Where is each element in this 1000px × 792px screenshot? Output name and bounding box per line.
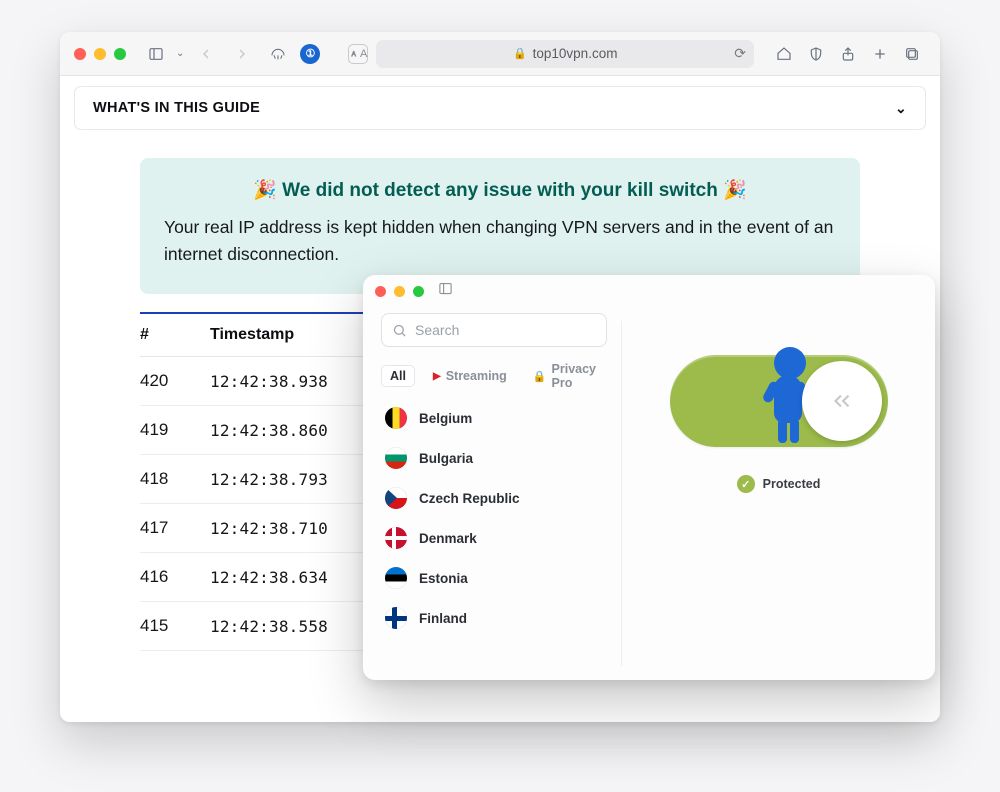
country-item-be[interactable]: Belgium — [381, 401, 607, 435]
country-item-cz[interactable]: Czech Republic — [381, 481, 607, 515]
address-bar[interactable]: 🔒 top10vpn.com ⟳ — [376, 40, 754, 68]
maximize-window-button[interactable] — [114, 48, 126, 60]
close-window-button[interactable] — [74, 48, 86, 60]
forward-button[interactable] — [228, 42, 256, 66]
share-button[interactable] — [834, 42, 862, 66]
tab-streaming[interactable]: ▶Streaming — [425, 366, 515, 386]
vpn-close-button[interactable] — [375, 286, 386, 297]
vpn-maximize-button[interactable] — [413, 286, 424, 297]
flag-icon — [385, 567, 407, 589]
flag-icon — [385, 487, 407, 509]
play-icon: ▶ — [433, 371, 441, 382]
status-row: ✓ Protected — [737, 475, 821, 493]
tab-all[interactable]: All — [381, 365, 415, 387]
country-list: Belgium Bulgaria Czech Republic Denmark Esto… — [381, 401, 607, 635]
toggle-knob — [802, 361, 882, 441]
vpn-status-panel: ✓ Protected — [622, 307, 935, 680]
vpn-server-panel: Search All ▶Streaming 🔒Privacy Pro Belgi… — [363, 307, 621, 680]
lock-icon: 🔒 — [533, 370, 547, 383]
cell-num: 415 — [140, 602, 210, 651]
banner-subtitle: Your real IP address is kept hidden when… — [164, 214, 836, 268]
url-host: top10vpn.com — [533, 46, 618, 61]
vpn-sidebar-toggle[interactable] — [438, 281, 453, 301]
cell-num: 418 — [140, 455, 210, 504]
status-label: Protected — [763, 477, 821, 491]
home-button[interactable] — [770, 42, 798, 66]
svg-text:A: A — [352, 51, 357, 58]
sidebar-toggle-button[interactable] — [142, 42, 170, 66]
new-tab-button[interactable] — [866, 42, 894, 66]
back-button[interactable] — [192, 42, 220, 66]
country-label: Denmark — [419, 531, 477, 546]
cell-num: 416 — [140, 553, 210, 602]
tabs-overview-button[interactable] — [898, 42, 926, 66]
minimize-window-button[interactable] — [94, 48, 106, 60]
onepassword-extension-icon[interactable]: ① — [300, 44, 320, 64]
vpn-titlebar — [363, 275, 935, 307]
vpn-minimize-button[interactable] — [394, 286, 405, 297]
connect-toggle[interactable] — [670, 355, 888, 447]
window-controls — [74, 48, 126, 60]
flag-icon — [385, 607, 407, 629]
guide-accordion[interactable]: WHAT'S IN THIS GUIDE ⌄ — [74, 86, 926, 130]
col-header-num: # — [140, 314, 210, 357]
country-label: Czech Republic — [419, 491, 520, 506]
cell-num: 419 — [140, 406, 210, 455]
country-item-ee[interactable]: Estonia — [381, 561, 607, 595]
flag-icon — [385, 447, 407, 469]
lock-icon: 🔒 — [513, 47, 527, 60]
site-settings-button[interactable]: A A — [348, 44, 368, 64]
search-input[interactable]: Search — [381, 313, 607, 347]
search-placeholder: Search — [415, 322, 459, 338]
address-bar-wrap: A A 🔒 top10vpn.com ⟳ — [348, 40, 754, 68]
country-item-bg[interactable]: Bulgaria — [381, 441, 607, 475]
privacy-shield-button[interactable] — [802, 42, 830, 66]
country-item-fi[interactable]: Finland — [381, 601, 607, 635]
filter-tabs: All ▶Streaming 🔒Privacy Pro — [381, 359, 607, 393]
guide-title: WHAT'S IN THIS GUIDE — [93, 100, 260, 116]
refresh-button[interactable]: ⟳ — [734, 45, 746, 62]
flag-icon — [385, 527, 407, 549]
country-item-dk[interactable]: Denmark — [381, 521, 607, 555]
country-label: Belgium — [419, 411, 472, 426]
search-icon — [392, 323, 407, 338]
country-label: Estonia — [419, 571, 468, 586]
killswitch-banner: 🎉 We did not detect any issue with your … — [140, 158, 860, 294]
flag-icon — [385, 407, 407, 429]
country-label: Bulgaria — [419, 451, 473, 466]
chevrons-left-icon — [829, 388, 855, 414]
tab-privacy-pro[interactable]: 🔒Privacy Pro — [525, 359, 607, 393]
country-label: Finland — [419, 611, 467, 626]
wiper-extension-icon[interactable] — [264, 42, 292, 66]
sidebar-dropdown-icon[interactable]: ⌄ — [176, 48, 184, 59]
check-icon: ✓ — [737, 475, 755, 493]
banner-title: 🎉 We did not detect any issue with your … — [164, 178, 836, 202]
browser-titlebar: ⌄ ① A A 🔒 top10vpn.com ⟳ — [60, 32, 940, 76]
cell-num: 420 — [140, 357, 210, 406]
chevron-down-icon: ⌄ — [895, 100, 907, 117]
vpn-app-window: Search All ▶Streaming 🔒Privacy Pro Belgi… — [363, 275, 935, 680]
cell-num: 417 — [140, 504, 210, 553]
